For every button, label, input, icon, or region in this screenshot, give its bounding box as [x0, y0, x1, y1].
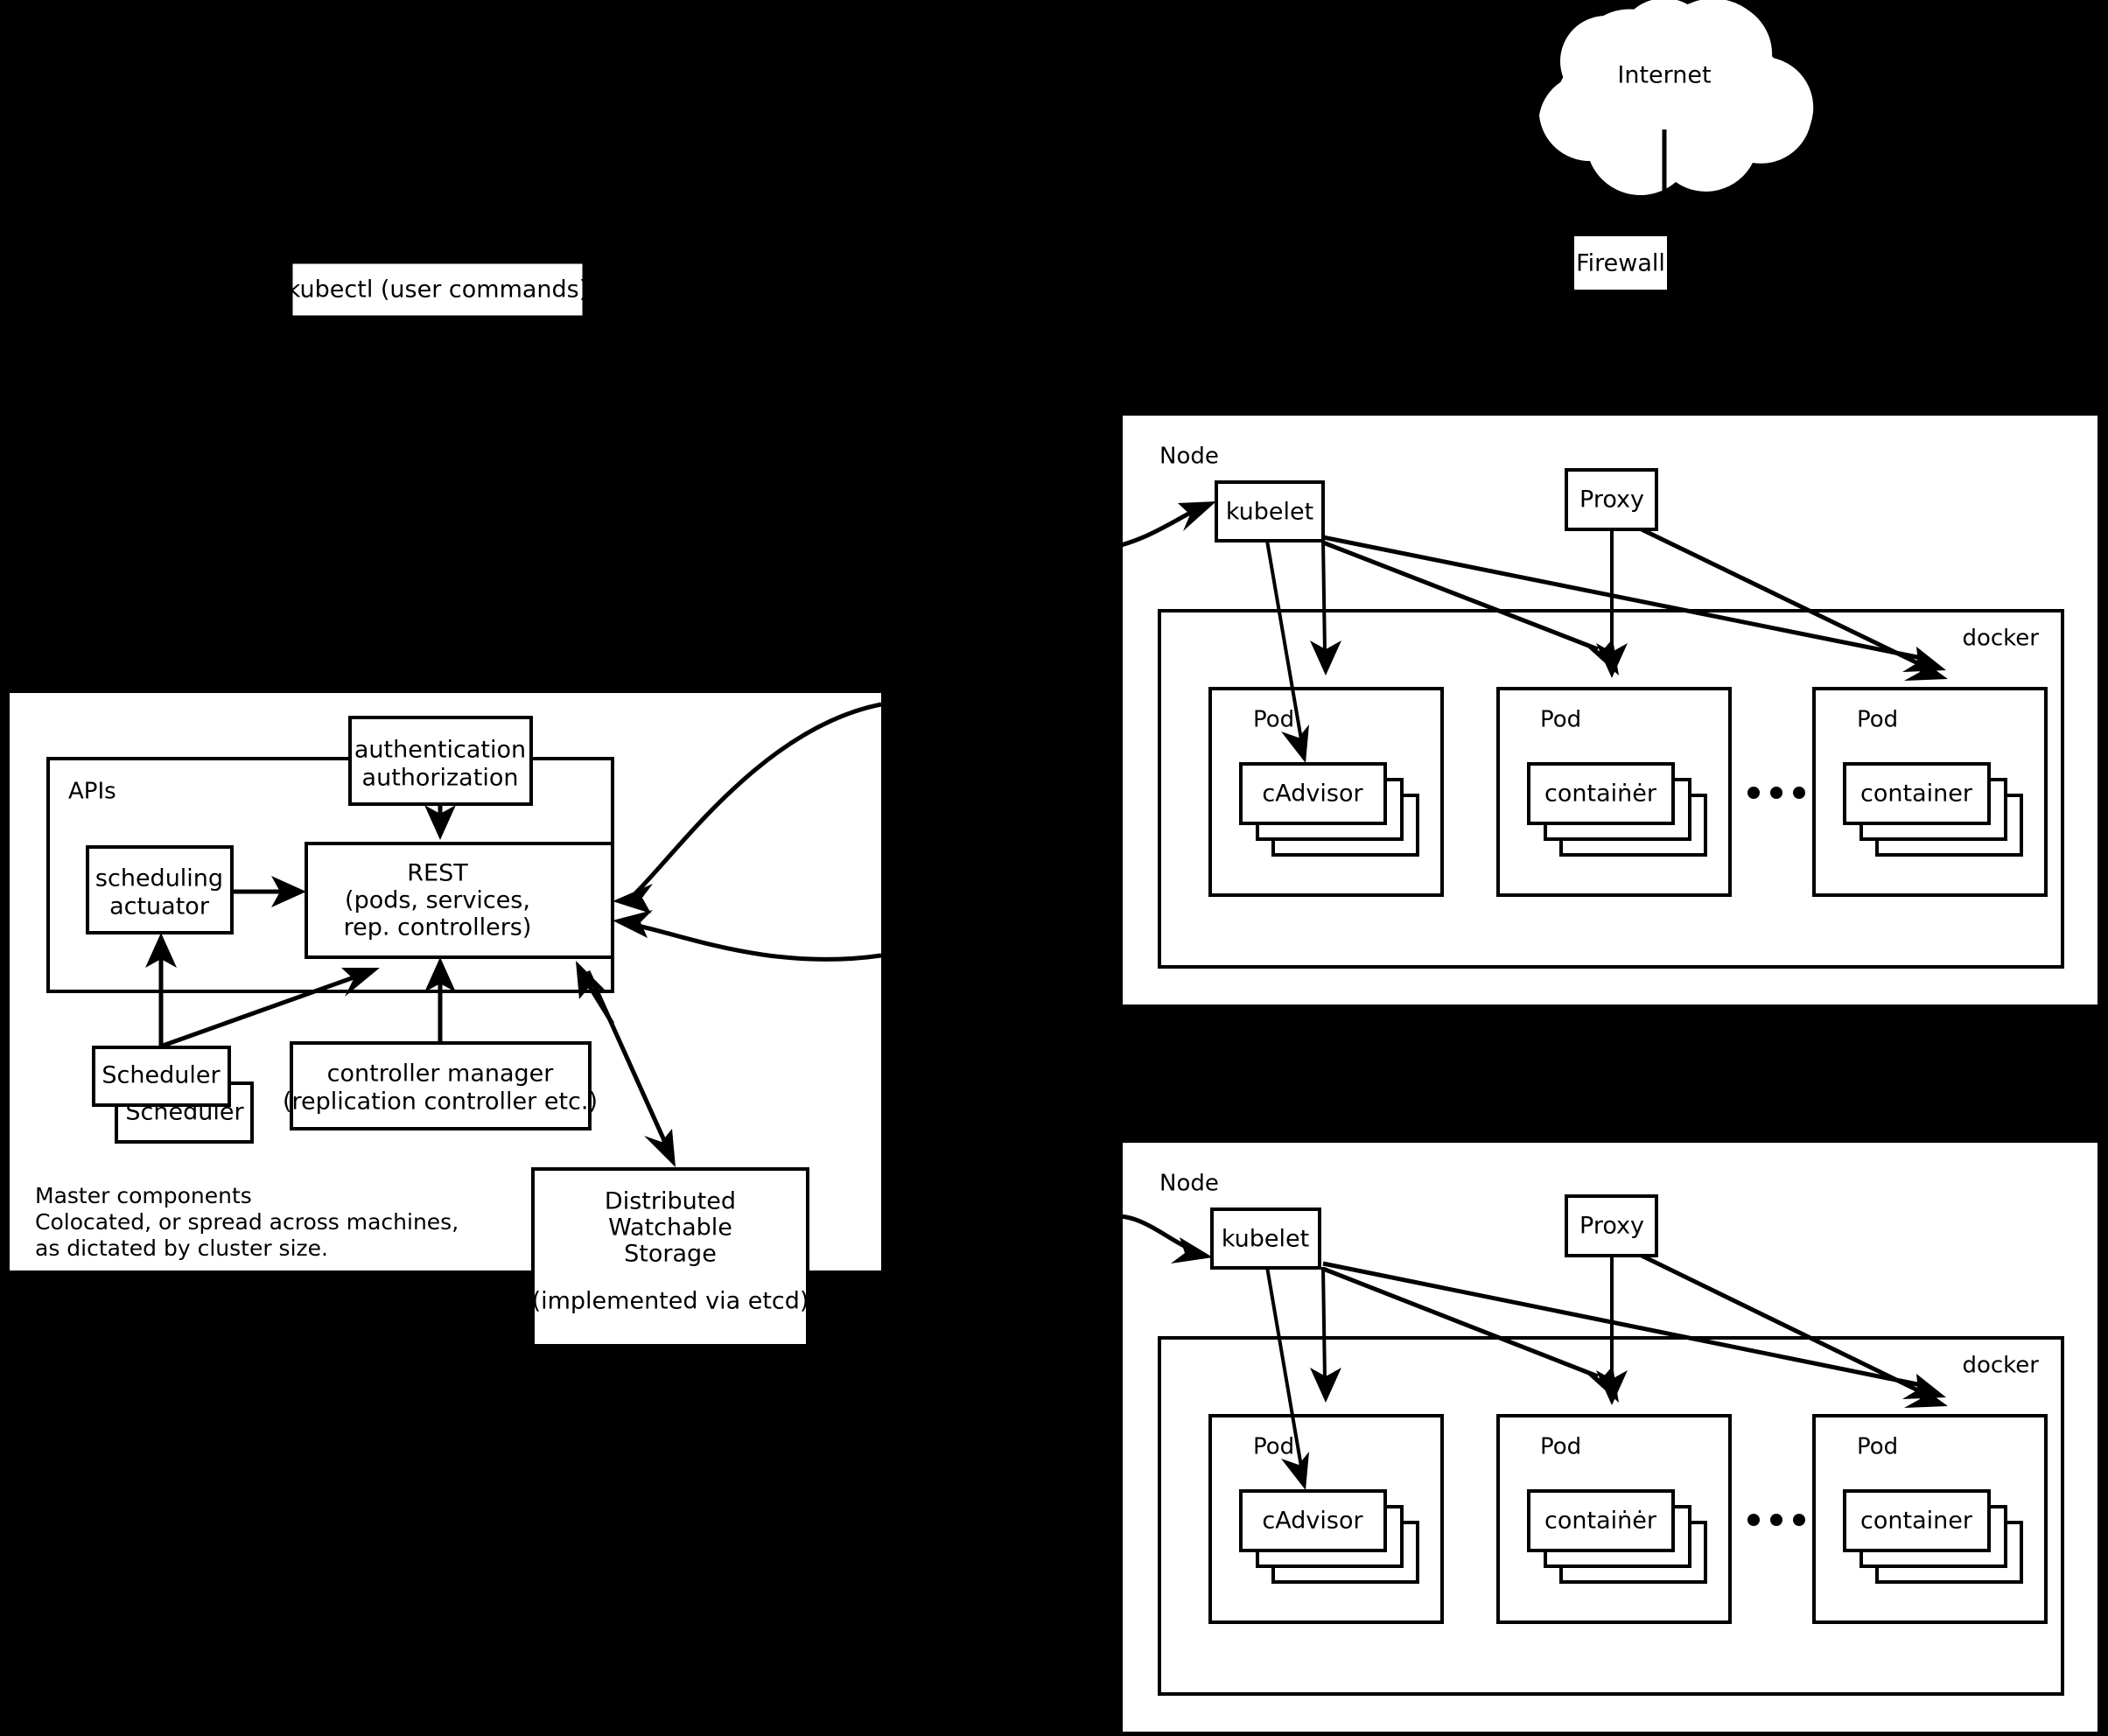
- auth-line-2: authorization: [362, 765, 519, 792]
- master-caption-line-1: Master components: [35, 1183, 252, 1208]
- rest-line-3: rep. controllers): [344, 914, 532, 942]
- scheduling-actuator-line-1: scheduling: [95, 865, 223, 892]
- node-bottom[interactable]: Node docker Pod cAdvisor Pod contaiṅėr P…: [1119, 1143, 2097, 1732]
- node-bottom-kubelet-label: kubelet: [1222, 1226, 1309, 1253]
- node-top-proxy-label: Proxy: [1579, 486, 1644, 514]
- node-bottom-pod-3-label: Pod: [1857, 1434, 1898, 1460]
- node-top-pod-3[interactable]: Pod container: [1812, 687, 2048, 897]
- node-top-label: Node: [1159, 444, 1219, 470]
- firewall-label: Firewall: [1576, 250, 1665, 277]
- internet-label: Internet: [1617, 62, 1711, 89]
- node-bottom-pod-2-label: Pod: [1540, 1434, 1581, 1460]
- node-bottom-pod-1-container-label: cAdvisor: [1262, 1508, 1363, 1535]
- node-top-pod-1[interactable]: Pod cAdvisor: [1208, 687, 1444, 897]
- node-top-kubelet[interactable]: kubelet: [1215, 480, 1325, 542]
- edge-kubectl-to-auth: [422, 317, 453, 710]
- node-bottom-pod-2[interactable]: Pod contaiṅėr: [1496, 1414, 1732, 1624]
- node-top-pod-1-container-label: cAdvisor: [1262, 780, 1363, 808]
- kubernetes-architecture-diagram: Internet Firewall kubectl (user commands…: [10, 0, 2097, 1732]
- rest-line-2: (pods, services,: [345, 887, 530, 914]
- controller-manager-line-1: controller manager: [327, 1060, 555, 1088]
- storage-line-1: Distributed: [605, 1188, 736, 1215]
- node-bottom-pod-1-label: Pod: [1253, 1434, 1294, 1460]
- scheduling-actuator-line-2: actuator: [109, 893, 210, 920]
- controller-manager-line-2: (replication controller etc.): [283, 1088, 598, 1116]
- node-bottom-docker-label: docker: [1962, 1353, 2039, 1379]
- node-top-docker-label: docker: [1962, 626, 2039, 652]
- node-top[interactable]: Node docker Pod cAdvisor Pod contaiṅėr P…: [1097, 416, 2097, 1004]
- node-top-kubelet-label: kubelet: [1226, 499, 1313, 526]
- auth-line-1: authentication: [354, 737, 526, 764]
- distributed-storage-node[interactable]: Distributed Watchable Storage (implement…: [531, 1167, 809, 1348]
- node-bottom-label: Node: [1159, 1171, 1219, 1197]
- node-top-pod-2-label: Pod: [1540, 707, 1581, 733]
- authentication-authorization-node[interactable]: authentication authorization: [348, 716, 533, 806]
- storage-line-3: Storage: [624, 1241, 717, 1268]
- apis-label: APIs: [68, 779, 116, 805]
- scheduler-node-primary[interactable]: Scheduler: [92, 1046, 231, 1107]
- storage-line-4: (implemented via etcd): [532, 1288, 809, 1315]
- node-bottom-pod-3-container-label: container: [1860, 1508, 1973, 1535]
- node-bottom-proxy[interactable]: Proxy: [1565, 1194, 1658, 1257]
- node-bottom-pod-3[interactable]: Pod container: [1812, 1414, 2048, 1624]
- node-top-proxy[interactable]: Proxy: [1565, 468, 1658, 531]
- node-bottom-ellipsis: [1747, 1514, 1805, 1526]
- node-bottom-kubelet[interactable]: kubelet: [1210, 1208, 1321, 1270]
- storage-line-2: Watchable: [608, 1214, 732, 1242]
- kubectl-label: kubectl (user commands): [287, 276, 589, 304]
- node-top-pod-3-label: Pod: [1857, 707, 1898, 733]
- master-caption-line-3: as dictated by cluster size.: [35, 1236, 328, 1261]
- scheduling-actuator-node[interactable]: scheduling actuator: [86, 845, 234, 934]
- diagram-canvas: Internet Firewall kubectl (user commands…: [0, 0, 2108, 1736]
- node-bottom-pod-2-container-label: contaiṅėr: [1544, 1508, 1657, 1535]
- internet-cloud-node[interactable]: Internet: [1539, 0, 1814, 195]
- node-top-pod-1-label: Pod: [1253, 707, 1294, 733]
- node-top-pod-2-container-label: contaiṅėr: [1544, 780, 1657, 808]
- rest-api-node[interactable]: REST (pods, services, rep. controllers): [305, 842, 614, 959]
- node-bottom-pod-1[interactable]: Pod cAdvisor: [1208, 1414, 1444, 1624]
- node-top-pod-3-container-label: container: [1860, 780, 1973, 808]
- node-top-pod-2[interactable]: Pod contaiṅėr: [1496, 687, 1732, 897]
- scheduler-label-primary: Scheduler: [102, 1062, 221, 1089]
- node-bottom-proxy-label: Proxy: [1579, 1213, 1644, 1240]
- node-top-ellipsis: [1747, 787, 1805, 799]
- firewall-node[interactable]: Firewall: [1571, 233, 1670, 293]
- kubectl-node[interactable]: kubectl (user commands): [287, 261, 589, 318]
- controller-manager-node[interactable]: controller manager (replication controll…: [283, 1041, 598, 1130]
- master-caption-line-2: Colocated, or spread across machines,: [35, 1209, 459, 1235]
- rest-line-1: REST: [407, 860, 468, 887]
